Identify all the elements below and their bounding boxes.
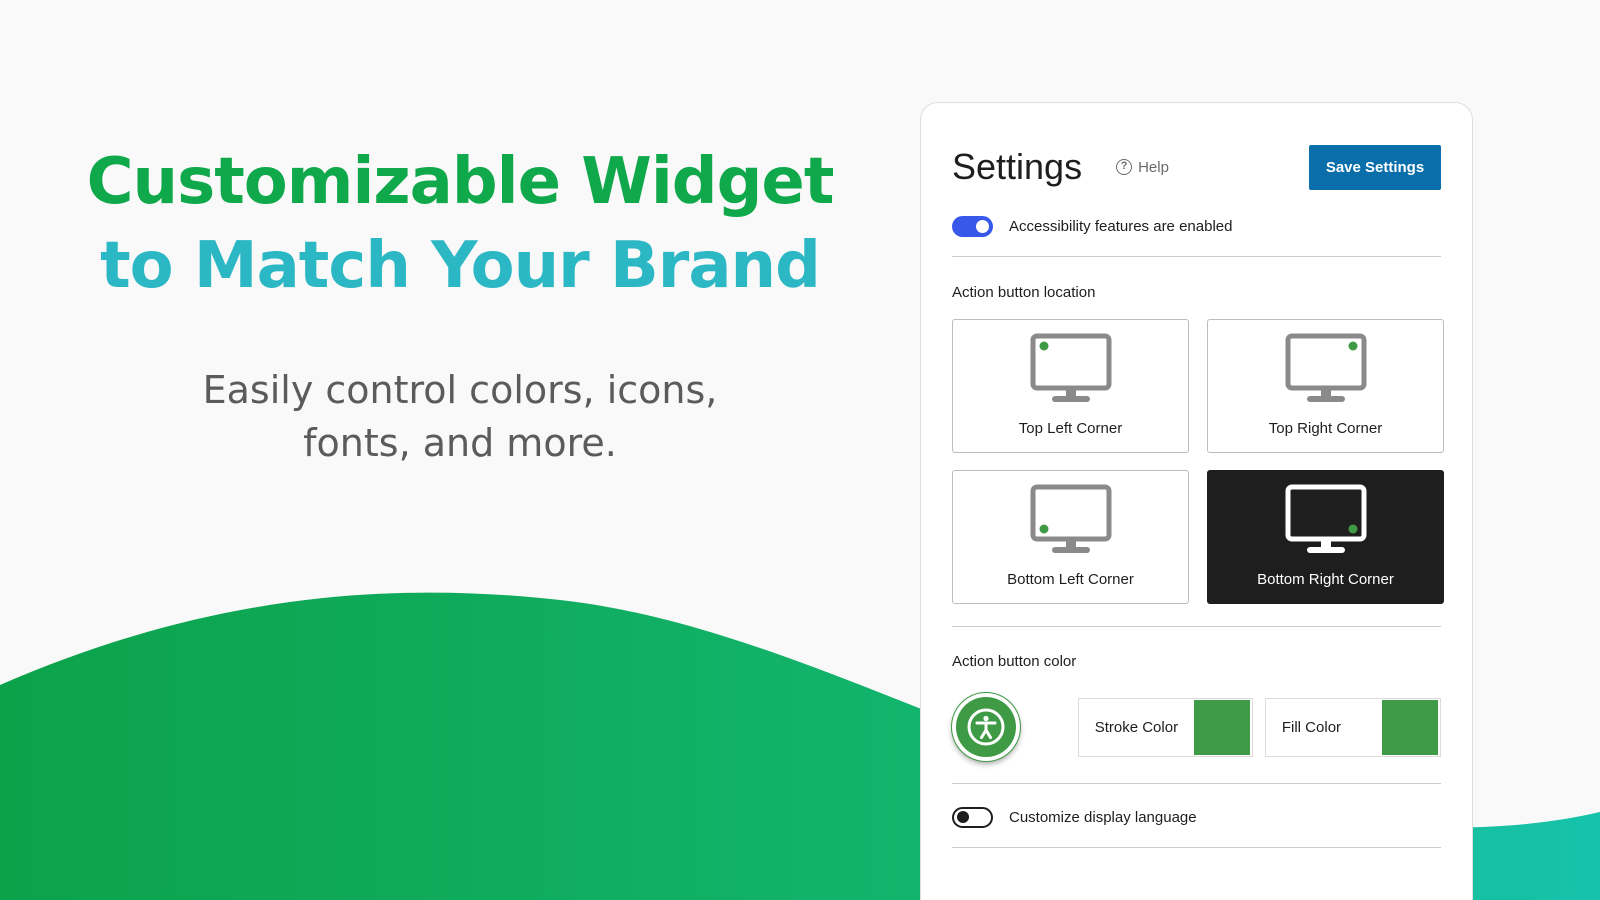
location-label: Bottom Right Corner (1257, 571, 1394, 588)
language-toggle-label: Customize display language (1009, 808, 1197, 826)
headline-line-2: to Match Your Brand (100, 229, 821, 303)
language-toggle[interactable] (952, 806, 993, 828)
color-section-label: Action button color (952, 653, 1077, 670)
help-label: Help (1138, 158, 1169, 176)
location-option-top-right[interactable]: Top Right Corner (1207, 319, 1444, 453)
fill-color-swatch (1382, 699, 1438, 755)
accessibility-toggle-row: Accessibility features are enabled (952, 207, 1441, 245)
color-settings-row: Stroke Color Fill Color (952, 692, 1441, 762)
action-button-preview[interactable] (952, 693, 1020, 761)
location-label: Top Left Corner (1018, 420, 1123, 437)
toggle-knob (976, 219, 989, 233)
location-section-label: Action button location (952, 284, 1096, 301)
hero-subtext: Easily control colors, icons, fonts, and… (202, 368, 718, 465)
language-toggle-row: Customize display language (952, 798, 1441, 836)
hero: Customizable Widget to Match Your Brand … (60, 140, 860, 470)
headline-line-1: Customizable Widget (86, 145, 835, 219)
monitor-bottom-right-icon (1285, 484, 1366, 553)
toggle-knob (957, 811, 969, 823)
divider (952, 847, 1441, 848)
help-link[interactable]: ? Help (1116, 159, 1169, 176)
monitor-bottom-left-icon (1030, 484, 1111, 553)
location-option-bottom-left[interactable]: Bottom Left Corner (952, 470, 1189, 604)
hero-headline: Customizable Widget to Match Your Brand (60, 140, 860, 308)
fill-color-label: Fill Color (1281, 718, 1342, 736)
stroke-color-picker[interactable]: Stroke Color (1077, 697, 1253, 757)
settings-header: Settings ? Help Save Settings (952, 143, 1441, 191)
accessibility-toggle[interactable] (952, 215, 993, 237)
monitor-top-left-icon (1030, 333, 1111, 402)
location-option-top-left[interactable]: Top Left Corner (952, 319, 1189, 453)
location-options: Top Left Corner Top Right Corner Bottom … (952, 319, 1444, 604)
settings-panel: Settings ? Help Save Settings Accessibil… (920, 102, 1473, 900)
question-circle-icon: ? (1116, 159, 1133, 175)
page-title: Settings (952, 146, 1083, 187)
divider (952, 626, 1441, 627)
fill-color-picker[interactable]: Fill Color (1264, 697, 1441, 757)
location-label: Bottom Left Corner (1007, 571, 1134, 588)
divider (952, 256, 1441, 257)
divider (952, 783, 1441, 784)
accessibility-toggle-label: Accessibility features are enabled (1009, 217, 1233, 235)
save-settings-button[interactable]: Save Settings (1309, 144, 1441, 190)
location-label: Top Right Corner (1268, 420, 1383, 437)
monitor-top-right-icon (1285, 333, 1366, 402)
stroke-color-swatch (1193, 699, 1250, 755)
accessibility-person-icon (967, 708, 1005, 746)
location-option-bottom-right[interactable]: Bottom Right Corner (1207, 470, 1444, 604)
stroke-color-label: Stroke Color (1094, 718, 1179, 736)
